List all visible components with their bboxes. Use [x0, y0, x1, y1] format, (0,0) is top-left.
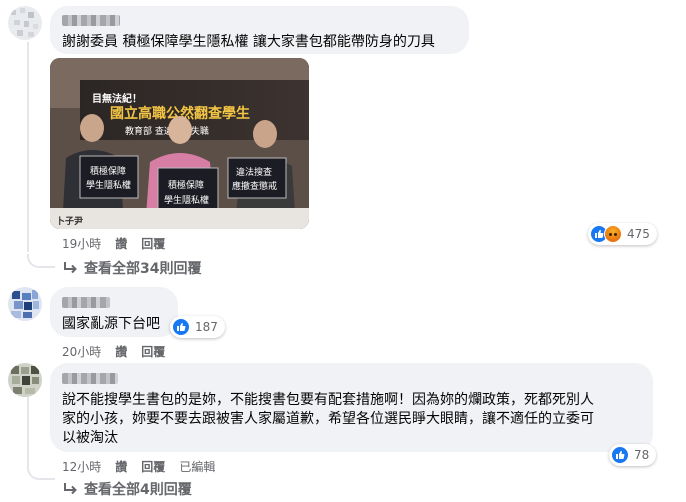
sign-right-line2: 應撤查懲戒 — [232, 180, 277, 192]
author-name-blurred[interactable] — [62, 15, 120, 26]
comment-bubble: 謝謝委員 積極保障學生隱私權 讓大家書包都能帶防身的刀具 — [50, 6, 469, 54]
thread-elbow — [27, 466, 55, 480]
reaction-count: 78 — [634, 448, 650, 462]
comment-bubble: 國家亂源下台吧 — [50, 287, 178, 337]
comment-text-line: 說不能搜學生書包的是妳，不能搜書包要有配套措施啊！因為妳的爛政策，死都死別人 — [62, 392, 594, 408]
view-all-replies[interactable]: 查看全部34則回覆 — [62, 258, 201, 278]
comment-time[interactable]: 20小時 — [62, 343, 101, 360]
reply-link[interactable]: 回覆 — [141, 343, 165, 360]
comment-bubble: 說不能搜學生書包的是妳，不能搜書包要有配套措施啊！因為妳的爛政策，死都死別人 家… — [50, 363, 653, 452]
edited-label: 已編輯 — [179, 460, 216, 474]
sign-right-line1: 違法搜查 — [236, 166, 272, 178]
reply-link[interactable]: 回覆 — [141, 458, 165, 475]
like-link[interactable]: 讚 — [115, 343, 127, 360]
author-name-blurred[interactable] — [62, 297, 110, 308]
avatar[interactable] — [8, 287, 42, 321]
reaction-summary[interactable]: 187 — [170, 316, 225, 338]
banner-line1: 目無法紀！ — [92, 92, 142, 105]
reply-link[interactable]: 回覆 — [141, 235, 165, 252]
author-name-blurred[interactable] — [62, 373, 118, 384]
reaction-summary[interactable]: 78 — [609, 444, 657, 466]
thread-line — [27, 397, 29, 467]
reply-arrow-icon — [64, 262, 77, 274]
avatar-image — [8, 363, 42, 397]
thread-line — [27, 42, 29, 252]
view-replies-label: 查看全部4則回覆 — [84, 482, 192, 498]
thread-elbow — [27, 254, 55, 268]
photo-bottom-tag: 卜子尹 — [56, 216, 83, 227]
comment-meta: 12小時 讚 回覆 已編輯 — [62, 458, 215, 475]
comment-text-line: 家的小孩，妳要不要去跟被害人家屬道歉，希望各位選民睜大眼睛，讓不適任的立委可 — [62, 411, 594, 427]
sign-left-line1: 積極保障 — [90, 165, 126, 177]
avatar-image — [8, 287, 42, 321]
sign-left-line2: 學生隱私權 — [86, 179, 131, 191]
comment-time[interactable]: 19小時 — [62, 235, 101, 252]
view-all-replies[interactable]: 查看全部4則回覆 — [62, 479, 192, 499]
like-icon — [172, 318, 190, 336]
view-replies-label: 查看全部34則回覆 — [84, 261, 202, 277]
avatar-image — [8, 6, 42, 40]
angry-icon — [604, 225, 622, 243]
sign-center-line1: 積極保障 — [168, 179, 204, 191]
photo-press-conference: 目無法紀！ 國立高職公然翻查學生 教育部 查違法及失職 積極保障 學生隱私權 積… — [50, 58, 309, 229]
like-link[interactable]: 讚 — [115, 235, 127, 252]
like-icon — [611, 446, 629, 464]
like-link[interactable]: 讚 — [115, 458, 127, 475]
comment-text: 謝謝委員 積極保障學生隱私權 讓大家書包都能帶防身的刀具 — [62, 34, 435, 50]
reaction-count: 475 — [627, 227, 650, 241]
avatar[interactable] — [8, 363, 42, 397]
avatar[interactable] — [8, 6, 42, 40]
comment-meta: 19小時 讚 回覆 — [62, 235, 165, 252]
comment-photo[interactable]: 目無法紀！ 國立高職公然翻查學生 教育部 查違法及失職 積極保障 學生隱私權 積… — [50, 58, 309, 229]
comment-meta: 20小時 讚 回覆 — [62, 343, 165, 360]
banner-line3: 教育部 查違法及失職 — [125, 125, 209, 137]
reaction-summary[interactable]: 475 — [588, 223, 657, 245]
sign-center-line2: 學生隱私權 — [164, 194, 209, 206]
comment-text: 國家亂源下台吧 — [62, 316, 160, 332]
comment-time[interactable]: 12小時 — [62, 458, 101, 475]
reaction-count: 187 — [195, 320, 218, 334]
comment-text-line: 以被淘汰 — [62, 430, 118, 446]
reply-arrow-icon — [64, 483, 77, 495]
